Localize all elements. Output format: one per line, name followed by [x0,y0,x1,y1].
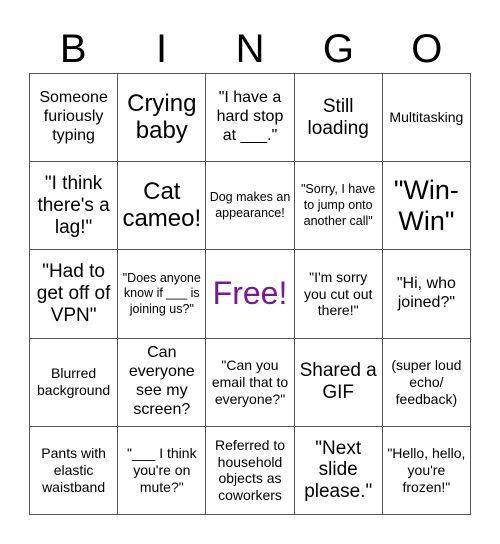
bingo-header: B I N G O [29,24,471,74]
bingo-cell-r1-c4[interactable]: "Win-Win" [382,162,471,251]
bingo-cell-r2-c4[interactable]: "Hi, who joined?" [382,250,471,339]
bingo-cell-r1-c0[interactable]: "I think there's a lag!" [30,162,119,251]
bingo-cell-r4-c1[interactable]: "___ I think you're on mute?" [118,426,207,515]
header-letter-o: O [411,27,443,71]
bingo-cell-r2-c3[interactable]: "I'm sorry you cut out there!" [294,250,383,339]
bingo-cell-r2-c0[interactable]: "Had to get off of VPN" [30,250,119,339]
bingo-cell-free[interactable]: Free! [206,250,295,339]
header-letter-n: N [235,27,265,71]
bingo-cell-r4-c3[interactable]: "Next slide please." [294,426,383,515]
header-letter-g: G [322,27,354,71]
bingo-cell-r1-c2[interactable]: Dog makes an appearance! [206,162,295,251]
bingo-cell-r4-c2[interactable]: Referred to household objects as coworke… [206,426,295,515]
bingo-cell-r3-c4[interactable]: (super loud echo/ feedback) [382,338,471,427]
bingo-cell-r3-c3[interactable]: Shared a GIF [294,338,383,427]
bingo-cell-r0-c1[interactable]: Crying baby [118,74,207,163]
bingo-cell-r1-c1[interactable]: Cat cameo! [118,162,207,251]
bingo-cell-r0-c0[interactable]: Someone furiously typing [30,74,119,163]
bingo-cell-r0-c2[interactable]: "I have a hard stop at ___." [206,74,295,163]
bingo-cell-r1-c3[interactable]: "Sorry, I have to jump onto another call… [294,162,383,251]
header-letter-b: B [59,27,87,71]
bingo-cell-r4-c4[interactable]: "Hello, hello, you're frozen!" [382,426,471,515]
bingo-cell-r3-c1[interactable]: Can everyone see my screen? [118,338,207,427]
bingo-cell-r4-c0[interactable]: Pants with elastic waistband [30,426,119,515]
bingo-cell-r2-c1[interactable]: "Does anyone know if ___ is joining us?" [118,250,207,339]
bingo-cell-r3-c2[interactable]: "Can you email that to everyone?" [206,338,295,427]
bingo-grid: Someone furiously typing Crying baby "I … [29,73,471,515]
bingo-cell-r3-c0[interactable]: Blurred background [30,338,119,427]
bingo-cell-r0-c4[interactable]: Multitasking [382,74,471,163]
header-letter-i: I [156,27,168,71]
bingo-cell-r0-c3[interactable]: Still loading [294,74,383,163]
